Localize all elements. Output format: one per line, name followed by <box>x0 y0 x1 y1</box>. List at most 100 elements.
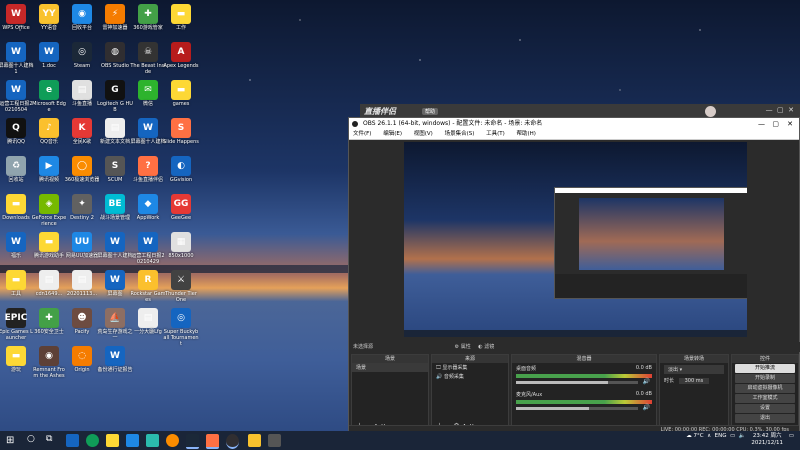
filters-button[interactable]: ◐ 滤镜 <box>478 344 494 350</box>
network-icon[interactable]: ▭ <box>730 433 735 439</box>
taskbar-douyu-icon[interactable] <box>206 434 219 449</box>
control-button[interactable]: 工作室模式 <box>735 394 795 403</box>
desktop-icon[interactable]: GG GeeGee <box>163 194 199 221</box>
transition-select[interactable]: 淡出 ▾ <box>664 365 724 374</box>
desktop-icon[interactable]: ▬ 游玩 <box>0 346 34 373</box>
desktop-icon[interactable]: ▦ 850x1000 <box>163 232 199 259</box>
banner-help-badge[interactable]: 帮助 <box>422 108 439 115</box>
speaker-icon[interactable]: 🔊 <box>643 404 650 411</box>
control-button[interactable]: 开始推流 <box>735 364 795 373</box>
properties-button[interactable]: ⚙ 属性 <box>455 344 471 350</box>
taskbar-app-icon[interactable] <box>66 434 79 447</box>
desktop-icon[interactable]: Q 腾讯QQ <box>0 118 34 145</box>
desktop-icon[interactable]: W 屏幕图十人建档 <box>130 118 166 145</box>
desktop-icon[interactable]: ◐ GGvision <box>163 156 199 183</box>
desktop-icon[interactable]: ◌ Origin <box>64 346 100 373</box>
desktop-icon[interactable]: ◎ Super Buckyball Tournament <box>163 308 199 347</box>
close-button[interactable]: ✕ <box>787 118 793 130</box>
desktop-icon[interactable]: ▬ 工作 <box>163 4 199 31</box>
menu-view[interactable]: 视图(V) <box>414 131 433 137</box>
desktop-icon[interactable]: W 备份通行证报告 <box>97 346 133 373</box>
desktop-icon[interactable]: ✦ Destiny 2 <box>64 194 100 221</box>
desktop-icon[interactable]: ▬ 腾讯游戏助手 <box>31 232 67 259</box>
desktop-icon[interactable]: ⚔ Thunder Tier One <box>163 270 199 303</box>
taskbar-360-icon[interactable] <box>166 434 179 447</box>
taskbar-explorer-icon[interactable] <box>106 434 119 447</box>
taskbar-assistant-icon[interactable] <box>268 434 281 447</box>
desktop-icon[interactable]: ▶ 腾讯视频 <box>31 156 67 183</box>
taskbar-obs-icon[interactable] <box>226 434 239 449</box>
desktop-icon[interactable]: ✉ 微信 <box>130 80 166 107</box>
menu-file[interactable]: 文件(F) <box>353 131 371 137</box>
desktop-icon[interactable]: ⚡ 雷神加速器 <box>97 4 133 31</box>
desktop-icon[interactable]: ♻ 回收站 <box>0 156 34 183</box>
desktop-icon[interactable]: ♪ QQ音乐 <box>31 118 67 145</box>
source-item[interactable]: 🖵 显示器采集 <box>432 363 508 372</box>
desktop-icon[interactable]: ? 斗鱼直播伴侣 <box>130 156 166 183</box>
taskbar-browser-icon[interactable] <box>146 434 159 447</box>
menu-tools[interactable]: 工具(T) <box>486 131 505 137</box>
weather-icon[interactable]: ☁ <box>686 433 692 439</box>
menu-help[interactable]: 帮助(H) <box>517 131 536 137</box>
taskbar-video-icon[interactable] <box>126 434 139 447</box>
desktop-icon[interactable]: ◯ 360极速浏览器 <box>64 156 100 183</box>
desktop-icon[interactable]: ▤ 新建文本文档 <box>97 118 133 145</box>
desktop-icon[interactable]: ⛵ 荒岛生存游戏之一 <box>97 308 133 341</box>
desktop-icon[interactable]: ▤ 斗鱼直播 <box>64 80 100 107</box>
desktop-icon[interactable]: ✚ 360安全卫士 <box>31 308 67 335</box>
obs-titlebar[interactable]: OBS 26.1.1 (64-bit, windows) - 配置文件: 未命名… <box>349 118 799 130</box>
desktop-icon[interactable]: ☻ Pacify <box>64 308 100 335</box>
desktop-icon[interactable]: EPIC Epic Games Launcher <box>0 308 34 341</box>
desktop-icon[interactable]: W WPS Office <box>0 4 34 31</box>
desktop-icon[interactable]: ◆ AppWork <box>130 194 166 221</box>
control-button[interactable]: 开始录制 <box>735 374 795 383</box>
source-item[interactable]: 🔊 音频采集 <box>432 372 508 381</box>
clock[interactable]: 23:42 周六 2021/12/11 <box>751 433 783 447</box>
desktop-icon[interactable]: W 运营工程日报20210429 <box>130 232 166 265</box>
desktop-icon[interactable]: ◈ GeForce Experience <box>31 194 67 227</box>
notification-icon[interactable]: ▭ <box>789 433 794 439</box>
desktop-icon[interactable]: ▬ games <box>163 80 199 107</box>
search-icon[interactable]: ○ <box>27 434 35 444</box>
desktop-icon[interactable]: e Microsoft Edge <box>31 80 67 113</box>
speaker-icon[interactable]: 🔊 <box>643 378 650 385</box>
desktop-icon[interactable]: ✚ 360游戏管家 <box>130 4 166 31</box>
control-button[interactable]: 设置 <box>735 404 795 413</box>
task-view-icon[interactable]: ⧉ <box>46 434 52 444</box>
maximize-button[interactable]: ▢ <box>772 118 779 130</box>
desktop-icon[interactable]: ◍ OBS Studio <box>97 42 133 69</box>
desktop-icon[interactable]: W 运营工程日报20210504 <box>0 80 34 113</box>
desktop-icon[interactable]: YY YY语音 <box>31 4 67 31</box>
menu-scene-collection[interactable]: 场景集合(S) <box>445 131 475 137</box>
desktop-icon[interactable]: ◉ Remnant From the Ashes <box>31 346 67 379</box>
scene-item[interactable]: 场景 <box>352 363 428 372</box>
minimize-button[interactable]: — <box>758 118 765 130</box>
taskbar-steam-icon[interactable] <box>186 434 199 449</box>
weather-temp[interactable]: 7°C <box>694 433 704 439</box>
desktop-icon[interactable]: A Apex Legends <box>163 42 199 69</box>
chevron-up-icon[interactable]: ∧ <box>707 433 711 439</box>
volume-slider[interactable]: 🔊 <box>516 378 650 385</box>
start-button[interactable]: ⊞ <box>6 435 14 446</box>
desktop-icon[interactable]: ☠ The Beast Inside <box>130 42 166 75</box>
menu-edit[interactable]: 编辑(E) <box>383 131 402 137</box>
desktop-icon[interactable]: ▬ 工具 <box>0 270 34 297</box>
desktop-icon[interactable]: ▤ cdn1649... <box>31 270 67 297</box>
desktop-icon[interactable]: ▬ Downloads <box>0 194 34 221</box>
taskbar-edge-icon[interactable] <box>86 434 99 447</box>
desktop-icon[interactable]: G Logitech G HUB <box>97 80 133 113</box>
desktop-icon[interactable]: ◎ Steam <box>64 42 100 69</box>
desktop-icon[interactable]: ▤ 一分大廳Lfg <box>130 308 166 335</box>
avatar[interactable] <box>705 106 716 117</box>
desktop-icon[interactable]: R Rockstar Games <box>130 270 166 303</box>
control-button[interactable]: 启动虚拟摄像机 <box>735 384 795 393</box>
banner-window-controls[interactable]: — ▢ ✕ <box>766 106 794 114</box>
desktop-icon[interactable]: BE 战斗场景管理 <box>97 194 133 221</box>
obs-preview[interactable] <box>404 142 747 337</box>
desktop-icon[interactable]: ▤ 20201113... <box>64 270 100 297</box>
desktop-icon[interactable]: W 福乐 <box>0 232 34 259</box>
desktop-icon[interactable]: ◉ 回收平台 <box>64 4 100 31</box>
control-button[interactable]: 退出 <box>735 414 795 423</box>
desktop-icon[interactable]: W 屏幕图十人建档1 <box>0 42 34 75</box>
desktop-icon[interactable]: W 1.doc <box>31 42 67 69</box>
